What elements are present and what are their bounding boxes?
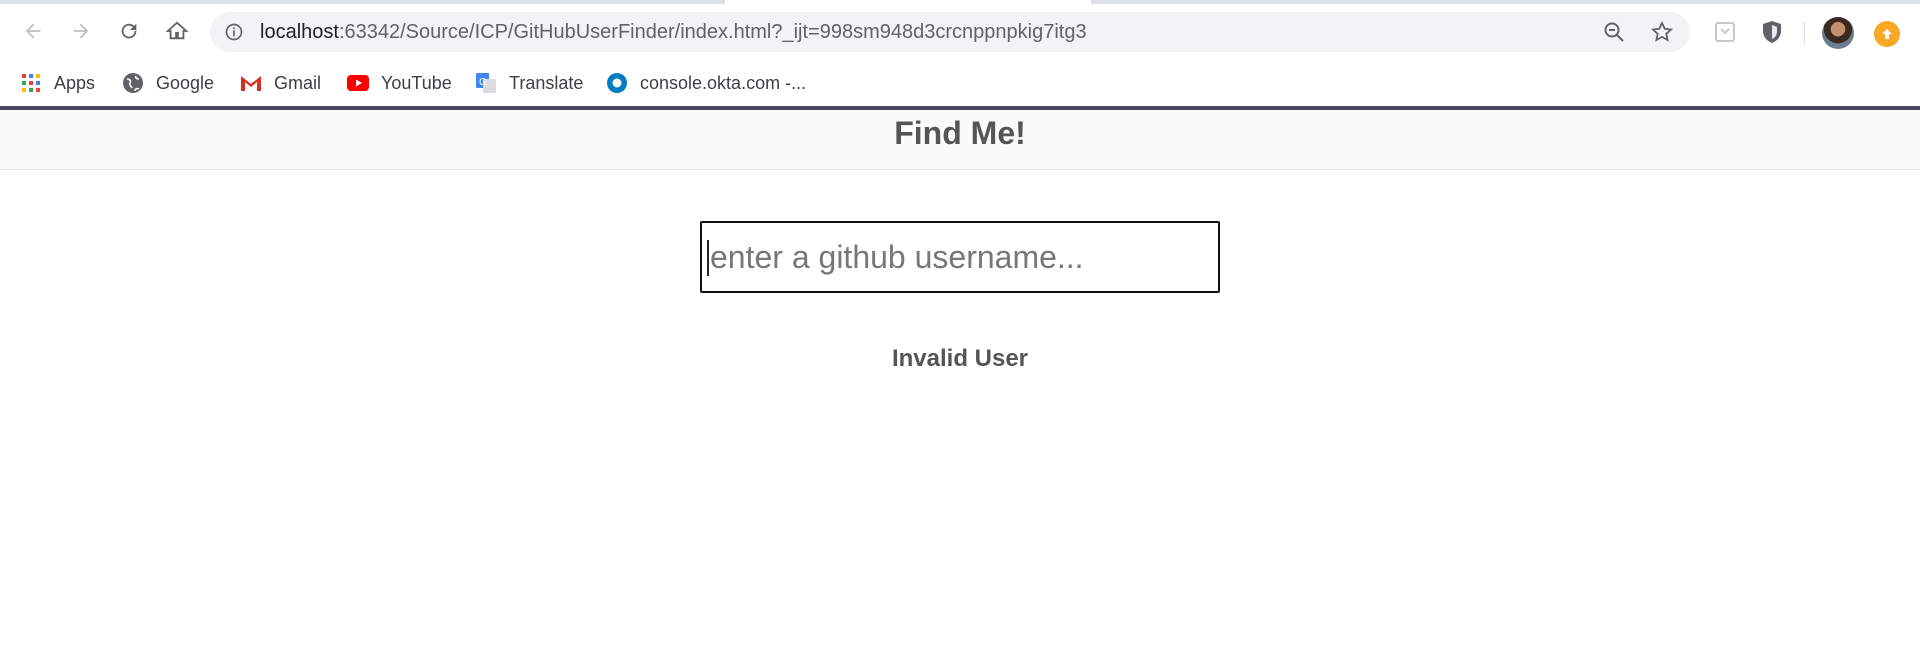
profile-avatar[interactable] [1822, 17, 1854, 49]
bookmarks-bar: Apps Google Gmail YouTube G Translate co… [0, 60, 1920, 106]
update-button[interactable] [1874, 21, 1900, 47]
arrow-right-icon [73, 23, 89, 39]
bookmark-google[interactable]: Google [122, 60, 214, 106]
status-message: Invalid User [891, 345, 1029, 372]
bookmark-label: Gmail [274, 72, 322, 93]
info-icon[interactable] [224, 22, 244, 42]
toolbar-separator [1804, 22, 1805, 44]
back-button[interactable] [16, 14, 50, 48]
page-title: Find Me! [894, 115, 1026, 151]
bookmark-label: console.okta.com -... [640, 72, 807, 93]
arrow-up-icon [1882, 29, 1892, 39]
okta-icon [606, 72, 628, 94]
search-container [700, 221, 1220, 293]
arrow-left-icon [25, 23, 41, 39]
browser-toolbar: localhost:63342/Source/ICP/GitHubUserFin… [0, 4, 1920, 60]
bookmark-label: Apps [54, 72, 96, 93]
reload-icon [121, 23, 137, 39]
github-username-input[interactable] [700, 221, 1220, 293]
translate-icon: G [475, 72, 497, 94]
address-bar[interactable]: localhost:63342/Source/ICP/GitHubUserFin… [210, 12, 1690, 52]
youtube-icon [347, 72, 369, 94]
page-header: Find Me! [0, 110, 1920, 170]
bookmark-label: Google [156, 72, 215, 93]
bookmark-label: Translate [509, 72, 584, 93]
gmail-icon [240, 72, 262, 94]
bookmark-youtube[interactable]: YouTube [347, 60, 452, 106]
bookmark-gmail[interactable]: Gmail [240, 60, 321, 106]
star-icon[interactable] [1650, 20, 1674, 44]
svg-text:G: G [479, 77, 487, 88]
url-host: localhost [260, 21, 339, 43]
apps-grid-icon [20, 72, 42, 94]
globe-icon [122, 72, 144, 94]
forward-button[interactable] [64, 14, 98, 48]
text-caret [707, 240, 709, 276]
url-path: :63342/Source/ICP/GitHubUserFinder/index… [338, 21, 1087, 43]
extension-icon[interactable] [1711, 18, 1739, 46]
home-icon [166, 21, 188, 40]
bookmark-label: YouTube [381, 72, 452, 93]
zoom-icon[interactable] [1602, 20, 1626, 44]
bookmark-apps[interactable]: Apps [20, 60, 95, 106]
reload-button[interactable] [112, 14, 146, 48]
url-text[interactable]: localhost:63342/Source/ICP/GitHubUserFin… [260, 12, 1087, 52]
bookmark-okta[interactable]: console.okta.com -... [606, 60, 806, 106]
bookmark-translate[interactable]: G Translate [475, 60, 583, 106]
home-button[interactable] [160, 14, 194, 48]
shield-icon[interactable] [1758, 18, 1786, 46]
